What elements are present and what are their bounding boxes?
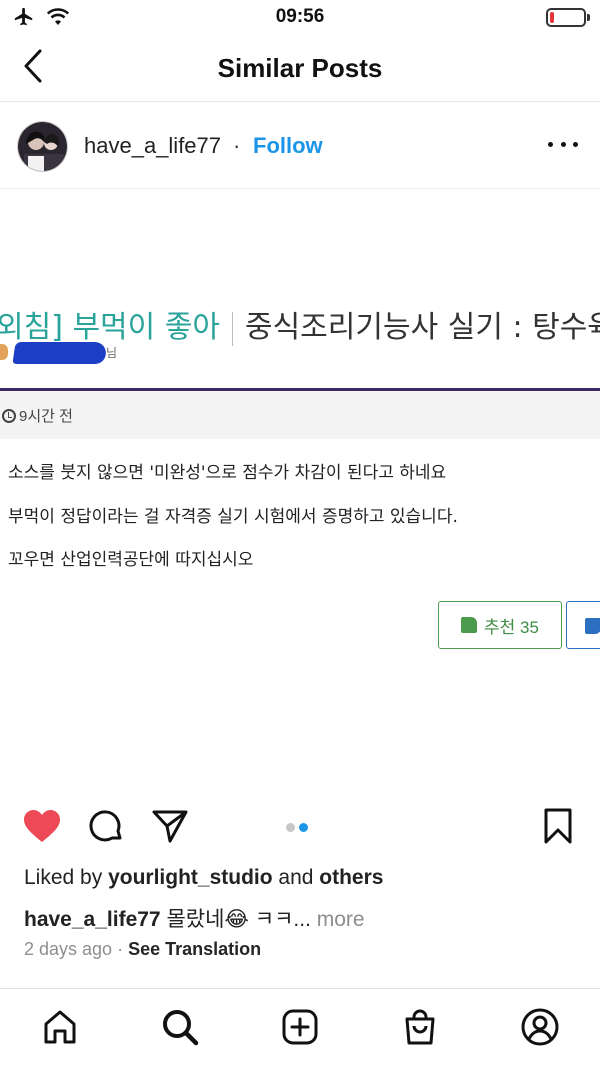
thumbs-up-icon <box>461 617 478 633</box>
page-title: Similar Posts <box>217 53 383 83</box>
thumbs-down-icon <box>585 618 600 634</box>
battery-level <box>550 12 554 23</box>
post-image-title-line: 외침] 부먹이 좋아 중식조리기능사 실기 : 탕수육, <box>0 302 600 347</box>
post-image[interactable]: 외침] 부먹이 좋아 중식조리기능사 실기 : 탕수육, 님 9시간 전 소스를 … <box>0 190 600 790</box>
header: Similar Posts <box>0 34 600 102</box>
see-translation-link[interactable]: See Translation <box>128 939 261 959</box>
likes-summary: Liked by yourlight_studio and others <box>24 866 383 890</box>
meta-separator: · <box>112 939 129 959</box>
avatar[interactable] <box>17 121 68 172</box>
recommend-button: 추천 35 <box>438 601 562 649</box>
more-dot <box>573 141 578 147</box>
author-suffix: 님 <box>106 346 118 360</box>
save-button[interactable] <box>538 808 578 848</box>
caption: have_a_life77 몰랐네😂 ㅋㅋ... more <box>24 903 365 933</box>
caption-text: 몰랐네😂 ㅋㅋ... <box>160 908 311 931</box>
meta-strip: 9시간 전 <box>0 391 600 439</box>
nav-search[interactable] <box>160 1009 200 1049</box>
comment-icon <box>88 808 124 849</box>
recommend-label: 추천 35 <box>484 617 539 637</box>
pager-dot-active <box>299 823 308 832</box>
status-time: 09:56 <box>275 6 325 27</box>
pager-dot <box>286 823 295 832</box>
battery-low-icon <box>546 8 590 27</box>
status-bar: 09:56 <box>0 0 600 34</box>
new-post-icon <box>282 1009 318 1050</box>
nav-new-post[interactable] <box>280 1009 320 1049</box>
clock-icon <box>2 408 16 423</box>
comment-button[interactable] <box>86 808 126 848</box>
bottom-nav <box>0 988 600 1067</box>
redaction-scribble <box>12 342 108 364</box>
profile-icon <box>521 1008 559 1051</box>
caption-username[interactable]: have_a_life77 <box>24 908 161 931</box>
shop-icon <box>402 1008 438 1051</box>
cafe-name: 외침] 부먹이 좋아 <box>0 310 220 345</box>
more-horizontal-icon <box>548 141 553 147</box>
time-ago: 9시간 전 <box>2 405 73 426</box>
post-actions <box>0 804 600 852</box>
search-icon <box>161 1008 199 1051</box>
nav-profile[interactable] <box>520 1008 560 1051</box>
more-options-button[interactable] <box>548 134 578 154</box>
username-separator: · <box>233 133 241 158</box>
post-username[interactable]: have_a_life77 <box>84 133 221 159</box>
time-ago-label: 9시간 전 <box>19 408 73 425</box>
likes-others-link[interactable]: others <box>319 866 383 889</box>
likes-prefix: Liked by <box>24 866 109 889</box>
share-icon <box>152 809 188 848</box>
follow-button[interactable]: Follow <box>253 133 323 159</box>
post-meta: 2 days ago · See Translation <box>24 939 261 960</box>
body-line: 소스를 붓지 않으면 '미완성'으로 점수가 차감이 된다고 하네요 <box>8 463 447 483</box>
caption-more-link[interactable]: more <box>311 908 365 931</box>
likes-middle: and <box>272 866 320 889</box>
title-divider <box>231 312 233 347</box>
body-line: 꼬우면 산업인력공단에 따지십시오 <box>8 550 254 570</box>
post-time: 2 days ago <box>24 939 113 959</box>
bookmark-icon <box>543 808 573 849</box>
post-image-title: 중식조리기능사 실기 : 탕수육, <box>244 310 600 345</box>
dislike-button <box>566 601 600 649</box>
author-emoji-icon <box>0 344 8 360</box>
like-button[interactable] <box>22 808 62 848</box>
share-button[interactable] <box>150 808 190 848</box>
post-header: have_a_life77 · Follow <box>0 103 600 189</box>
body-line: 부먹이 정답이라는 걸 자격증 실기 시험에서 증명하고 있습니다. <box>8 507 458 527</box>
nav-shop[interactable] <box>400 1009 440 1049</box>
more-dot <box>560 141 566 147</box>
carousel-pager <box>286 823 308 832</box>
nav-home[interactable] <box>40 1009 80 1049</box>
home-icon <box>42 1009 78 1050</box>
heart-filled-icon <box>23 809 61 848</box>
liker-username[interactable]: yourlight_studio <box>108 866 273 889</box>
